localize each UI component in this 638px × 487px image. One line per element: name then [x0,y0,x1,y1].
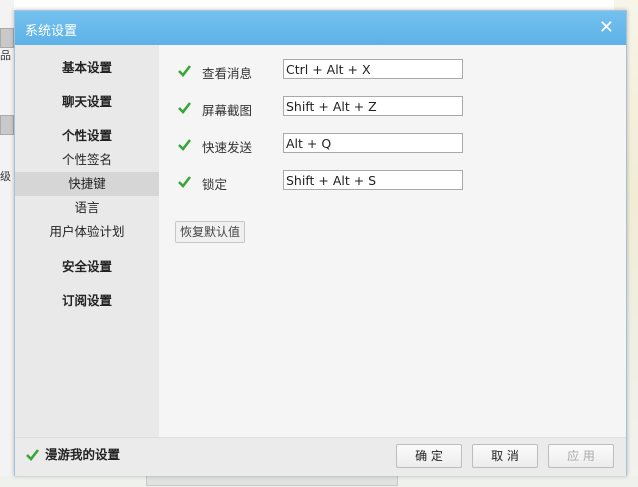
hotkey-panel: 查看消息 Ctrl + Alt + X 屏幕截图 Shift + Alt + Z… [159,45,626,437]
sidebar-subitem-ux-program[interactable]: 用户体验计划 [15,220,159,244]
desktop-label-fragment: 品 [0,49,11,62]
checkbox-view-message[interactable] [177,63,192,78]
cancel-button[interactable]: 取 消 [472,444,538,468]
sidebar-item-security[interactable]: 安全设置 [15,256,159,275]
checkbox-lock[interactable] [177,174,192,189]
hotkey-label: 查看消息 [202,66,253,81]
dialog-footer: 漫游我的设置 确 定 取 消 应 用 [15,437,626,476]
apply-button[interactable]: 应 用 [548,444,614,468]
title-bar[interactable]: 系统设置 ✕ [15,11,626,45]
hotkey-input-quick-send[interactable]: Alt + Q [283,133,463,153]
settings-dialog: 系统设置 ✕ 基本设置 聊天设置 个性设置 个性签名 快捷键 语言 用户体验计划… [14,10,627,476]
sidebar-item-subscription[interactable]: 订阅设置 [15,290,159,309]
background-toolbar [146,476,398,486]
sidebar-subitem-language[interactable]: 语言 [15,196,159,220]
hotkey-label: 快速发送 [202,140,253,155]
desktop-app-icon[interactable] [0,28,14,48]
sidebar-item-personal[interactable]: 个性设置 [15,125,159,144]
desktop-app-icon[interactable] [0,115,14,135]
desktop-label-fragment: 级 [0,170,11,183]
window-title: 系统设置 [25,24,78,39]
ok-button[interactable]: 确 定 [396,444,462,468]
hotkey-label: 锁定 [202,177,228,192]
sidebar-subitem-signature[interactable]: 个性签名 [15,148,159,172]
hotkey-input-view-message[interactable]: Ctrl + Alt + X [283,59,463,79]
hotkey-input-screenshot[interactable]: Shift + Alt + Z [283,96,463,116]
sidebar: 基本设置 聊天设置 个性设置 个性签名 快捷键 语言 用户体验计划 安全设置 订… [15,45,159,437]
restore-defaults-button[interactable]: 恢复默认值 [175,221,246,243]
hotkey-label: 屏幕截图 [202,103,253,118]
roam-settings-label: 漫游我的设置 [45,447,121,462]
checkbox-screenshot[interactable] [177,100,192,115]
checkbox-roam-settings[interactable] [25,447,40,462]
close-icon[interactable]: ✕ [599,17,614,38]
checkbox-quick-send[interactable] [177,137,192,152]
sidebar-item-basic[interactable]: 基本设置 [15,57,159,76]
desktop-bottom [0,476,638,487]
hotkey-input-lock[interactable]: Shift + Alt + S [283,170,463,190]
desktop-left-strip: 品 级 [0,0,14,487]
sidebar-item-chat[interactable]: 聊天设置 [15,91,159,110]
sidebar-subitem-hotkeys[interactable]: 快捷键 [15,172,159,196]
